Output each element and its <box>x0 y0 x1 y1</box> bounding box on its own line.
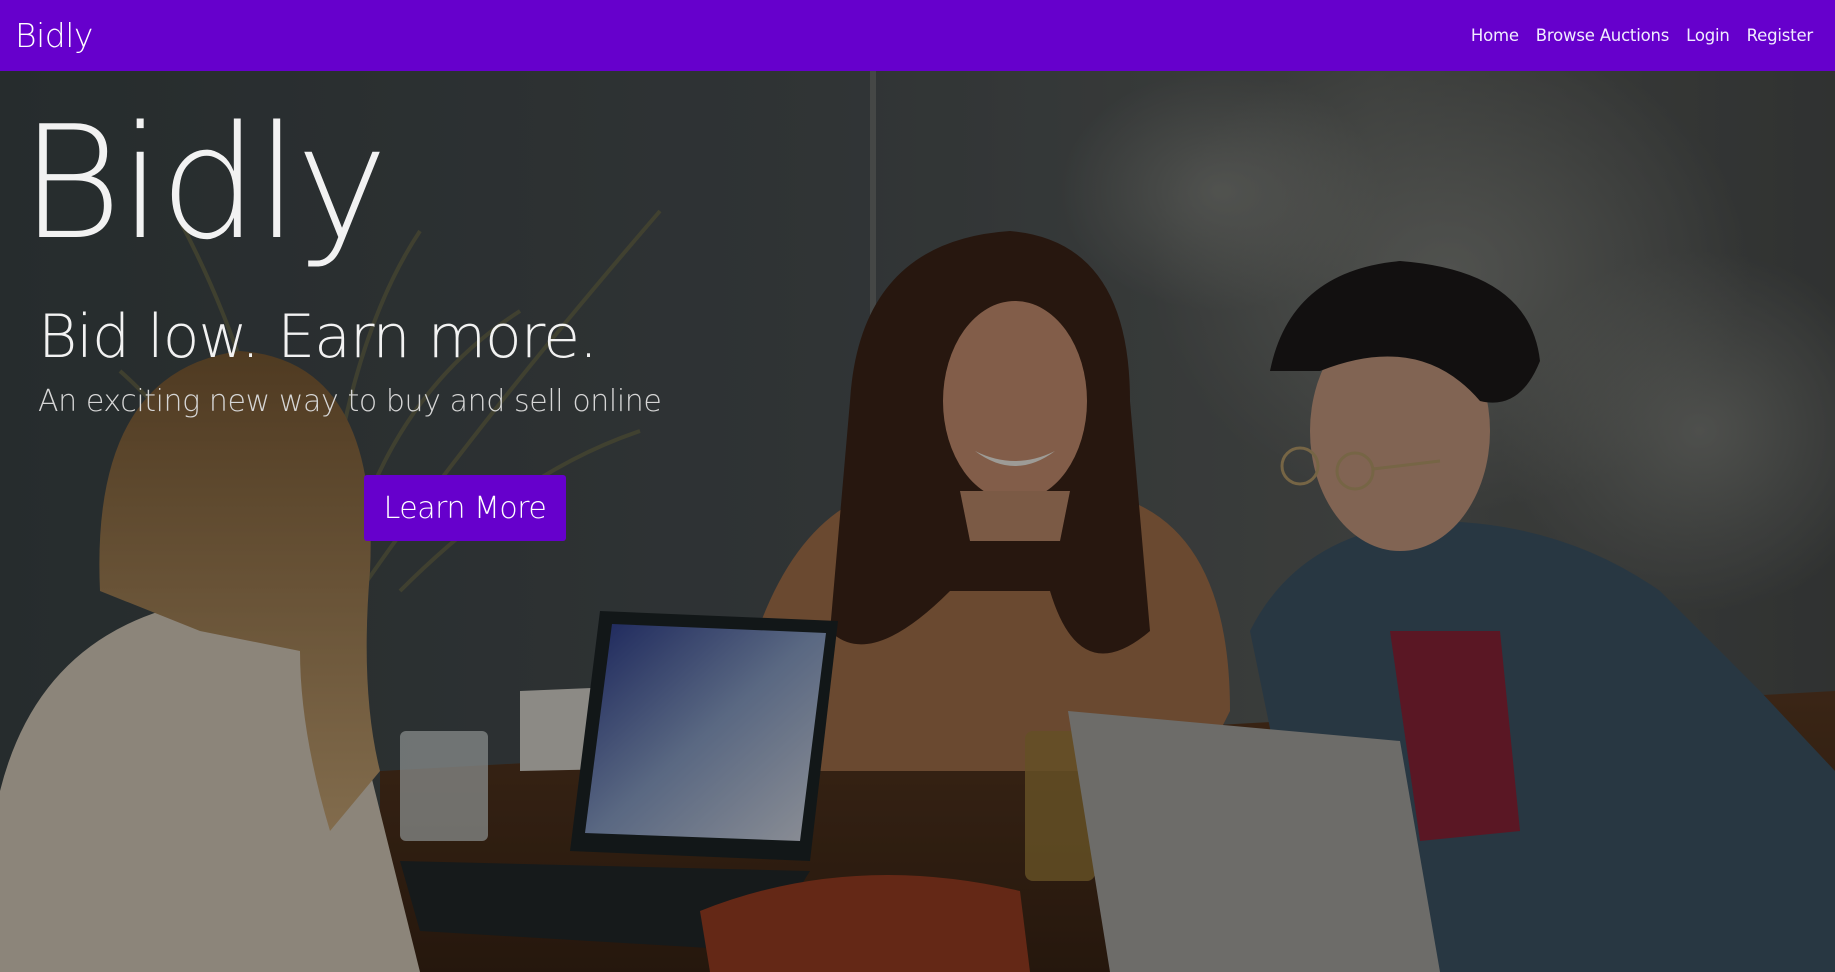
nav-link-browse-auctions[interactable]: Browse Auctions <box>1536 26 1670 45</box>
top-navbar: Bidly Home Browse Auctions Login Registe… <box>0 0 1835 71</box>
hero-title: Bidly <box>20 92 388 274</box>
hero-subtitle: An exciting new way to buy and sell onli… <box>38 384 662 419</box>
nav-link-home[interactable]: Home <box>1471 26 1519 45</box>
nav-links: Home Browse Auctions Login Register <box>1471 26 1813 45</box>
hero-section: Bidly Bid low. Earn more. An exciting ne… <box>0 71 1835 972</box>
brand-logo-link[interactable]: Bidly <box>15 16 93 55</box>
nav-link-register[interactable]: Register <box>1747 26 1814 45</box>
nav-link-login[interactable]: Login <box>1686 26 1730 45</box>
learn-more-button[interactable]: Learn More <box>364 475 566 541</box>
hero-tagline: Bid low. Earn more. <box>38 302 598 372</box>
